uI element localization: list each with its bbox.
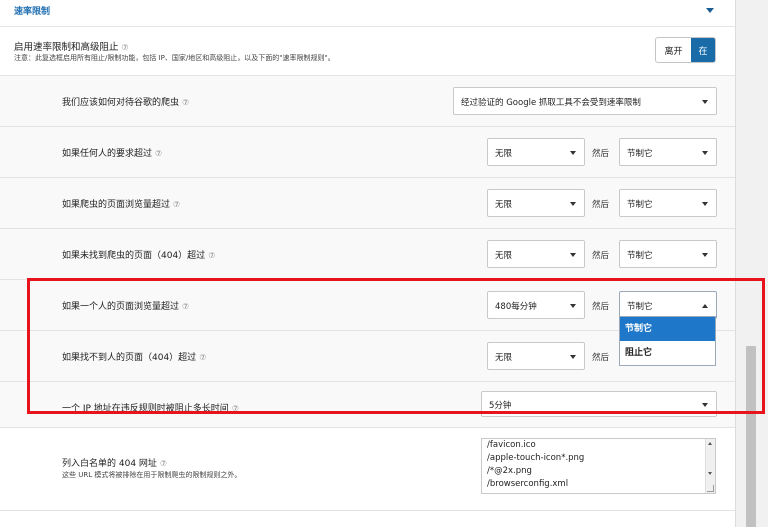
caret-down-icon (570, 304, 576, 308)
rule-label: 如果一个人的页面浏览量超过 ⑦ (62, 299, 189, 312)
caret-up-icon (702, 304, 708, 308)
rule-label: 如果未找到爬虫的页面（404）超过 ⑦ (62, 248, 215, 261)
caret-down-icon (702, 202, 708, 206)
then-label: 然后 (592, 200, 610, 210)
caret-down-icon (702, 403, 708, 407)
select-value: 节制它 (627, 302, 653, 312)
rule-label: 如果找不到人的页面（404）超过 ⑦ (62, 350, 206, 363)
action-select-open[interactable]: 节制它 (619, 291, 717, 319)
dropdown-option-block[interactable]: 阻止它 (620, 341, 715, 365)
select-value: 节制它 (627, 251, 653, 261)
select-value: 无限 (495, 251, 513, 261)
select-value: 经过验证的 Google 抓取工具不会受到速率限制 (461, 98, 641, 108)
help-icon[interactable]: ⑦ (182, 98, 189, 107)
master-label: 启用速率限制和高级阻止 ⑦ (14, 39, 129, 53)
rule-label: 如果爬虫的页面浏览量超过 ⑦ (62, 197, 180, 210)
section-header[interactable]: 速率限制 (0, 0, 735, 27)
settings-panel: 速率限制 启用速率限制和高级阻止 ⑦ 注意：此复选框启用所有阻止/限制功能，包括 … (0, 0, 736, 527)
rule-label: 如果任何人的要求超过 ⑦ (62, 146, 162, 159)
textarea-line: /favicon.ico (487, 440, 536, 450)
toggle-off-button[interactable]: 离开 (656, 38, 691, 62)
scroll-down-icon[interactable] (708, 472, 712, 475)
select-value: 节制它 (627, 200, 653, 210)
toggle-on-button[interactable]: 在 (691, 38, 715, 62)
rule-label-text: 如果找不到人的页面（404）超过 (62, 353, 197, 363)
rule-label-text: 如果爬虫的页面浏览量超过 (62, 200, 171, 210)
then-label: 然后 (592, 251, 610, 261)
rule-row-any-request: 如果任何人的要求超过 ⑦ 无限 然后 节制它 (0, 127, 735, 178)
whitelist-label: 列入白名单的 404 网址 ⑦ (62, 456, 167, 469)
help-icon[interactable]: ⑦ (155, 149, 162, 158)
master-note: 注意：此复选框启用所有阻止/限制功能，包括 IP、国家/地区和高级阻止，以及下面… (14, 54, 335, 62)
then-label: 然后 (592, 149, 610, 159)
rule-label-text: 我们应该如何对待谷歌的爬虫 (62, 98, 180, 108)
scroll-up-icon[interactable] (708, 442, 712, 445)
rule-label-text: 一个 IP 地址在违反规则时被阻止多长时间 (62, 404, 229, 414)
page-scrollbar[interactable] (745, 0, 757, 527)
action-select[interactable]: 节制它 (619, 138, 717, 166)
textarea-line: /apple-touch-icon*.png (487, 453, 585, 463)
master-label-text: 启用速率限制和高级阻止 (14, 42, 119, 53)
rate-limit-toggle[interactable]: 离开 在 (655, 37, 716, 63)
rule-row-crawler-pageviews: 如果爬虫的页面浏览量超过 ⑦ 无限 然后 节制它 (0, 178, 735, 229)
resize-grip-icon[interactable] (707, 485, 714, 492)
master-toggle-row: 启用速率限制和高级阻止 ⑦ 注意：此复选框启用所有阻止/限制功能，包括 IP、国家… (0, 27, 735, 76)
rule-row-block-duration: 一个 IP 地址在违反规则时被阻止多长时间 ⑦ 5分钟 (0, 382, 735, 428)
help-icon[interactable]: ⑦ (182, 302, 189, 311)
whitelist-textarea[interactable]: /favicon.ico /apple-touch-icon*.png /*@2… (481, 438, 716, 494)
whitelist-label-text: 列入白名单的 404 网址 (62, 459, 157, 469)
help-icon[interactable]: ⑦ (199, 353, 206, 362)
select-value: 无限 (495, 353, 513, 363)
scrollbar-thumb[interactable] (746, 346, 756, 527)
caret-down-icon (570, 202, 576, 206)
help-icon[interactable]: ⑦ (173, 200, 180, 209)
rule-row-crawler-404: 如果未找到爬虫的页面（404）超过 ⑦ 无限 然后 节制它 (0, 229, 735, 280)
caret-down-icon (570, 355, 576, 359)
rule-label: 一个 IP 地址在违反规则时被阻止多长时间 ⑦ (62, 401, 239, 414)
then-label: 然后 (592, 353, 610, 363)
help-icon[interactable]: ⑦ (232, 404, 239, 413)
rule-label: 我们应该如何对待谷歌的爬虫 ⑦ (62, 95, 189, 108)
action-select[interactable]: 节制它 (619, 240, 717, 268)
select-value: 5分钟 (489, 401, 512, 411)
chevron-down-icon[interactable] (706, 8, 714, 13)
caret-down-icon (570, 151, 576, 155)
block-duration-select[interactable]: 5分钟 (481, 391, 717, 417)
limit-select[interactable]: 无限 (487, 240, 585, 268)
caret-down-icon (702, 100, 708, 104)
section-title: 速率限制 (14, 7, 51, 17)
limit-select[interactable]: 无限 (487, 189, 585, 217)
rule-label-text: 如果未找到爬虫的页面（404）超过 (62, 251, 206, 261)
textarea-line: /browserconfig.xml (487, 479, 569, 489)
select-value: 节制它 (627, 149, 653, 159)
textarea-line: /*@2x.png (487, 466, 532, 476)
select-value: 无限 (495, 149, 513, 159)
select-value: 无限 (495, 200, 513, 210)
whitelist-row: 列入白名单的 404 网址 ⑦ 这些 URL 模式将被排除在用于限制爬虫的限制规则… (0, 428, 735, 511)
whitelist-note: 这些 URL 模式将被排除在用于限制爬虫的限制规则之外。 (62, 471, 242, 479)
help-icon[interactable]: ⑦ (208, 251, 215, 260)
limit-select[interactable]: 无限 (487, 342, 585, 370)
limit-select[interactable]: 无限 (487, 138, 585, 166)
then-label: 然后 (592, 302, 610, 312)
limit-select[interactable]: 480每分钟 (487, 291, 585, 319)
caret-down-icon (702, 253, 708, 257)
rule-row-google-crawlers: 我们应该如何对待谷歌的爬虫 ⑦ 经过验证的 Google 抓取工具不会受到速率限制 (0, 76, 735, 127)
help-icon[interactable]: ⑦ (122, 43, 129, 52)
caret-down-icon (702, 151, 708, 155)
select-value: 480每分钟 (495, 302, 537, 312)
action-dropdown-list: 节制它 阻止它 (619, 316, 716, 366)
caret-down-icon (570, 253, 576, 257)
rule-label-text: 如果一个人的页面浏览量超过 (62, 302, 180, 312)
rule-label-text: 如果任何人的要求超过 (62, 149, 153, 159)
dropdown-option-throttle[interactable]: 节制它 (620, 317, 715, 341)
google-crawler-select[interactable]: 经过验证的 Google 抓取工具不会受到速率限制 (453, 87, 717, 115)
help-icon[interactable]: ⑦ (160, 459, 167, 468)
action-select[interactable]: 节制它 (619, 189, 717, 217)
